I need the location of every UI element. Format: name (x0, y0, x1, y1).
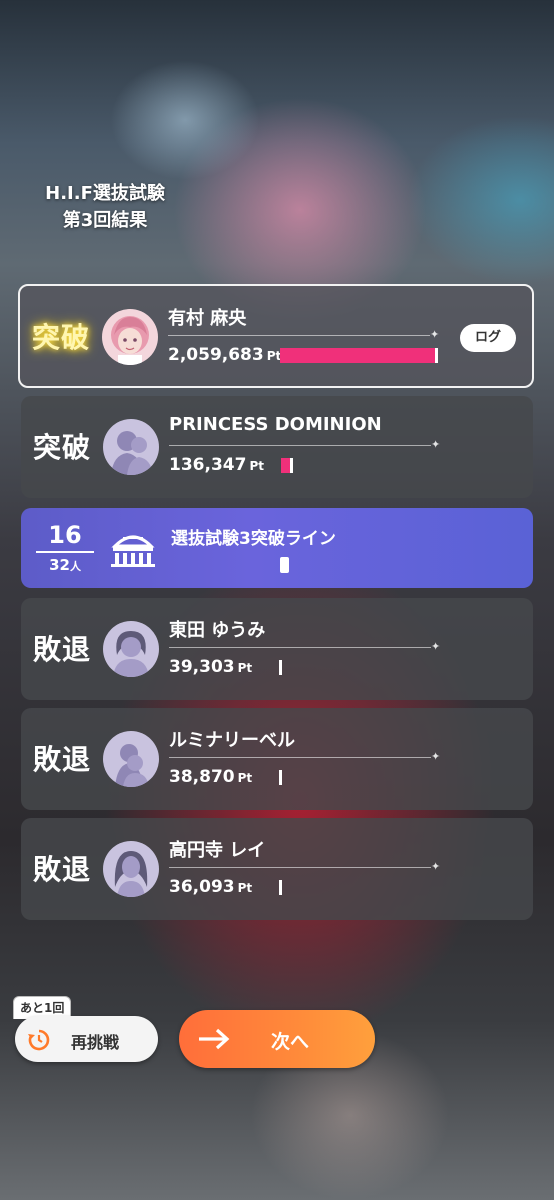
retry-button[interactable]: 再挑戦 (15, 1016, 158, 1062)
sparkle-icon: ✦ (431, 750, 441, 763)
status-label: 敗退 (33, 853, 92, 886)
sparkle-icon: ✦ (430, 328, 440, 341)
points-value: 39,303 Pt (169, 657, 253, 677)
points-value: 136,347 Pt (169, 455, 264, 475)
stage-icon (111, 535, 155, 567)
pass-line-title: 選抜試験3突破ライン (171, 529, 336, 549)
status-label: 敗退 (33, 743, 92, 776)
result-row-selected[interactable]: 突破 有村 麻央 ✦ 2,059,683 Pt ログ (18, 284, 534, 388)
silhouette-avatar (103, 419, 159, 475)
rank-divider (36, 551, 94, 553)
name-underline (168, 335, 430, 336)
sparkle-icon: ✦ (431, 438, 441, 451)
pass-line-banner: 16 32人 選抜試験3突破ライン (21, 508, 533, 588)
points-bar-fill (279, 880, 283, 895)
points-bar-fill (279, 660, 283, 675)
points-bar-fill (279, 770, 283, 785)
result-row[interactable]: 敗退 東田 ゆうみ ✦ 39,303 Pt (21, 598, 533, 700)
points-bar-fill (281, 458, 293, 473)
player-name: PRINCESS DOMINION (169, 414, 382, 435)
player-name: 高円寺 レイ (169, 840, 266, 861)
points-value: 36,093 Pt (169, 877, 253, 897)
arrow-right-icon (199, 1028, 230, 1050)
points-bar (279, 660, 444, 675)
points-value: 38,870 Pt (169, 767, 253, 787)
silhouette-avatar (103, 731, 159, 787)
result-row[interactable]: 敗退 高円寺 レイ ✦ 36,093 Pt (21, 818, 533, 920)
name-underline (169, 867, 431, 868)
log-button[interactable]: ログ (460, 324, 516, 352)
points-bar (279, 770, 444, 785)
status-label: 敗退 (33, 633, 92, 666)
title-line-2: 第3回結果 (62, 210, 148, 231)
silhouette-avatar (103, 621, 159, 677)
pass-line-rank: 16 32人 (36, 522, 94, 576)
sparkle-icon: ✦ (431, 640, 441, 653)
result-row[interactable]: 突破 PRINCESS DOMINION ✦ 136,347 Pt (21, 396, 533, 498)
player-name: 東田 ゆうみ (169, 620, 266, 641)
next-label: 次へ (271, 1031, 310, 1053)
retry-timer-icon (28, 1029, 50, 1051)
pass-line-rank-number: 16 (48, 521, 82, 549)
mao-avatar (102, 309, 158, 365)
name-underline (169, 757, 431, 758)
points-bar (280, 348, 445, 363)
player-name: 有村 麻央 (168, 308, 247, 329)
pass-line-marker (280, 557, 289, 573)
player-name: ルミナリーベル (169, 730, 295, 751)
points-bar-fill (280, 348, 439, 363)
sparkle-icon: ✦ (431, 860, 441, 873)
name-underline (169, 445, 431, 446)
retry-label: 再挑戦 (71, 1033, 120, 1052)
pass-line-total: 32人 (49, 556, 81, 574)
points-bar (281, 458, 446, 473)
name-underline (169, 647, 431, 648)
next-button[interactable]: 次へ (179, 1010, 375, 1068)
title-line-1: H.I.F選抜試験 (45, 183, 165, 204)
status-label: 突破 (32, 321, 91, 354)
status-label: 突破 (33, 431, 92, 464)
points-bar (279, 880, 444, 895)
result-row[interactable]: 敗退 ルミナリーベル ✦ 38,870 Pt (21, 708, 533, 810)
points-value: 2,059,683 Pt (168, 345, 282, 365)
page-title: H.I.F選抜試験 第3回結果 (30, 180, 180, 234)
silhouette-avatar (103, 841, 159, 897)
